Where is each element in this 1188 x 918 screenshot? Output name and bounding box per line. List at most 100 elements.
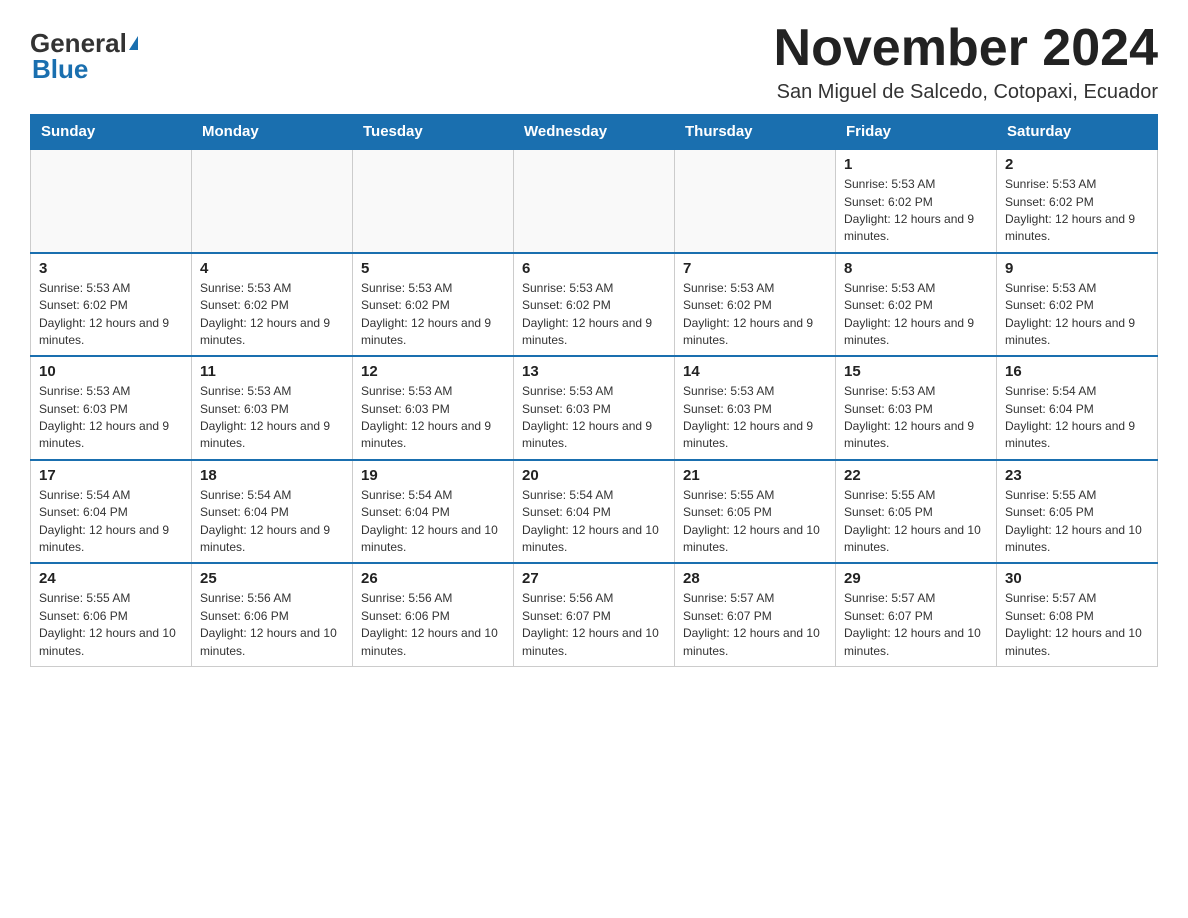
day-number: 26 bbox=[361, 570, 505, 587]
day-number: 29 bbox=[844, 570, 988, 587]
calendar-header-row: SundayMondayTuesdayWednesdayThursdayFrid… bbox=[31, 115, 1158, 150]
calendar-cell: 23 Sunrise: 5:55 AMSunset: 6:05 PMDayligh… bbox=[997, 460, 1158, 564]
day-number: 11 bbox=[200, 363, 344, 380]
calendar-cell bbox=[514, 149, 675, 253]
day-info: Sunrise: 5:53 AMSunset: 6:02 PMDaylight:… bbox=[844, 176, 988, 246]
day-info: Sunrise: 5:53 AMSunset: 6:02 PMDaylight:… bbox=[683, 280, 827, 350]
day-info: Sunrise: 5:53 AMSunset: 6:02 PMDaylight:… bbox=[1005, 176, 1149, 246]
day-info: Sunrise: 5:53 AMSunset: 6:02 PMDaylight:… bbox=[522, 280, 666, 350]
calendar-cell: 20 Sunrise: 5:54 AMSunset: 6:04 PMDayligh… bbox=[514, 460, 675, 564]
weekday-header-sunday: Sunday bbox=[31, 115, 192, 150]
calendar-cell: 10 Sunrise: 5:53 AMSunset: 6:03 PMDayligh… bbox=[31, 356, 192, 460]
calendar-week-row: 3 Sunrise: 5:53 AMSunset: 6:02 PMDaylight… bbox=[31, 253, 1158, 357]
day-info: Sunrise: 5:53 AMSunset: 6:03 PMDaylight:… bbox=[522, 383, 666, 453]
calendar-cell: 1 Sunrise: 5:53 AMSunset: 6:02 PMDaylight… bbox=[836, 149, 997, 253]
day-info: Sunrise: 5:53 AMSunset: 6:02 PMDaylight:… bbox=[361, 280, 505, 350]
day-info: Sunrise: 5:57 AMSunset: 6:07 PMDaylight:… bbox=[683, 590, 827, 660]
day-number: 13 bbox=[522, 363, 666, 380]
day-info: Sunrise: 5:54 AMSunset: 6:04 PMDaylight:… bbox=[361, 487, 505, 557]
logo-blue-text: Blue bbox=[32, 56, 88, 82]
day-info: Sunrise: 5:54 AMSunset: 6:04 PMDaylight:… bbox=[39, 487, 183, 557]
day-number: 22 bbox=[844, 467, 988, 484]
day-number: 16 bbox=[1005, 363, 1149, 380]
calendar-cell: 9Sunrise: 5:53 AMSunset: 6:02 PMDaylight… bbox=[997, 253, 1158, 357]
day-number: 27 bbox=[522, 570, 666, 587]
weekday-header-thursday: Thursday bbox=[675, 115, 836, 150]
day-number: 25 bbox=[200, 570, 344, 587]
calendar-cell: 18 Sunrise: 5:54 AMSunset: 6:04 PMDayligh… bbox=[192, 460, 353, 564]
weekday-header-tuesday: Tuesday bbox=[353, 115, 514, 150]
location-subtitle: San Miguel de Salcedo, Cotopaxi, Ecuador bbox=[774, 81, 1158, 104]
calendar-cell: 2 Sunrise: 5:53 AMSunset: 6:02 PMDaylight… bbox=[997, 149, 1158, 253]
day-number: 19 bbox=[361, 467, 505, 484]
day-number: 15 bbox=[844, 363, 988, 380]
calendar-cell: 19 Sunrise: 5:54 AMSunset: 6:04 PMDayligh… bbox=[353, 460, 514, 564]
logo: General Blue bbox=[30, 20, 138, 82]
day-number: 7 bbox=[683, 260, 827, 277]
day-number: 2 bbox=[1005, 156, 1149, 173]
day-number: 20 bbox=[522, 467, 666, 484]
day-info: Sunrise: 5:54 AMSunset: 6:04 PMDaylight:… bbox=[200, 487, 344, 557]
day-info: Sunrise: 5:53 AMSunset: 6:02 PMDaylight:… bbox=[39, 280, 183, 350]
day-info: Sunrise: 5:53 AMSunset: 6:03 PMDaylight:… bbox=[844, 383, 988, 453]
day-info: Sunrise: 5:56 AMSunset: 6:07 PMDaylight:… bbox=[522, 590, 666, 660]
month-year-title: November 2024 bbox=[774, 20, 1158, 77]
day-info: Sunrise: 5:56 AMSunset: 6:06 PMDaylight:… bbox=[200, 590, 344, 660]
day-number: 1 bbox=[844, 156, 988, 173]
logo-triangle-icon bbox=[129, 36, 138, 50]
calendar-cell: 24Sunrise: 5:55 AMSunset: 6:06 PMDayligh… bbox=[31, 563, 192, 666]
day-info: Sunrise: 5:54 AMSunset: 6:04 PMDaylight:… bbox=[522, 487, 666, 557]
calendar-cell: 29 Sunrise: 5:57 AMSunset: 6:07 PMDayligh… bbox=[836, 563, 997, 666]
day-info: Sunrise: 5:53 AMSunset: 6:03 PMDaylight:… bbox=[361, 383, 505, 453]
day-info: Sunrise: 5:56 AMSunset: 6:06 PMDaylight:… bbox=[361, 590, 505, 660]
weekday-header-saturday: Saturday bbox=[997, 115, 1158, 150]
day-number: 23 bbox=[1005, 467, 1149, 484]
page-header: General Blue November 2024 San Miguel de… bbox=[30, 20, 1158, 104]
day-info: Sunrise: 5:57 AMSunset: 6:07 PMDaylight:… bbox=[844, 590, 988, 660]
calendar-cell: 6 Sunrise: 5:53 AMSunset: 6:02 PMDaylight… bbox=[514, 253, 675, 357]
day-number: 28 bbox=[683, 570, 827, 587]
day-number: 21 bbox=[683, 467, 827, 484]
calendar-table: SundayMondayTuesdayWednesdayThursdayFrid… bbox=[30, 114, 1158, 667]
weekday-header-monday: Monday bbox=[192, 115, 353, 150]
calendar-cell: 8Sunrise: 5:53 AMSunset: 6:02 PMDaylight… bbox=[836, 253, 997, 357]
day-number: 10 bbox=[39, 363, 183, 380]
calendar-cell: 22 Sunrise: 5:55 AMSunset: 6:05 PMDayligh… bbox=[836, 460, 997, 564]
day-number: 30 bbox=[1005, 570, 1149, 587]
title-block: November 2024 San Miguel de Salcedo, Cot… bbox=[774, 20, 1158, 104]
calendar-cell: 30Sunrise: 5:57 AMSunset: 6:08 PMDayligh… bbox=[997, 563, 1158, 666]
calendar-cell: 17Sunrise: 5:54 AMSunset: 6:04 PMDayligh… bbox=[31, 460, 192, 564]
calendar-cell bbox=[353, 149, 514, 253]
day-number: 5 bbox=[361, 260, 505, 277]
day-info: Sunrise: 5:55 AMSunset: 6:05 PMDaylight:… bbox=[844, 487, 988, 557]
calendar-cell: 27 Sunrise: 5:56 AMSunset: 6:07 PMDayligh… bbox=[514, 563, 675, 666]
weekday-header-friday: Friday bbox=[836, 115, 997, 150]
calendar-cell: 16 Sunrise: 5:54 AMSunset: 6:04 PMDayligh… bbox=[997, 356, 1158, 460]
day-info: Sunrise: 5:53 AMSunset: 6:03 PMDaylight:… bbox=[200, 383, 344, 453]
calendar-cell: 12 Sunrise: 5:53 AMSunset: 6:03 PMDayligh… bbox=[353, 356, 514, 460]
day-info: Sunrise: 5:53 AMSunset: 6:02 PMDaylight:… bbox=[1005, 280, 1149, 350]
calendar-cell: 5 Sunrise: 5:53 AMSunset: 6:02 PMDaylight… bbox=[353, 253, 514, 357]
calendar-cell: 25 Sunrise: 5:56 AMSunset: 6:06 PMDayligh… bbox=[192, 563, 353, 666]
calendar-cell bbox=[192, 149, 353, 253]
day-number: 18 bbox=[200, 467, 344, 484]
day-number: 24 bbox=[39, 570, 183, 587]
day-number: 3 bbox=[39, 260, 183, 277]
calendar-week-row: 10 Sunrise: 5:53 AMSunset: 6:03 PMDayligh… bbox=[31, 356, 1158, 460]
calendar-cell: 7 Sunrise: 5:53 AMSunset: 6:02 PMDaylight… bbox=[675, 253, 836, 357]
calendar-cell: 26 Sunrise: 5:56 AMSunset: 6:06 PMDayligh… bbox=[353, 563, 514, 666]
day-info: Sunrise: 5:54 AMSunset: 6:04 PMDaylight:… bbox=[1005, 383, 1149, 453]
weekday-header-wednesday: Wednesday bbox=[514, 115, 675, 150]
calendar-cell: 28 Sunrise: 5:57 AMSunset: 6:07 PMDayligh… bbox=[675, 563, 836, 666]
calendar-cell: 21Sunrise: 5:55 AMSunset: 6:05 PMDayligh… bbox=[675, 460, 836, 564]
day-number: 12 bbox=[361, 363, 505, 380]
day-number: 14 bbox=[683, 363, 827, 380]
calendar-week-row: 24Sunrise: 5:55 AMSunset: 6:06 PMDayligh… bbox=[31, 563, 1158, 666]
day-number: 6 bbox=[522, 260, 666, 277]
calendar-cell bbox=[675, 149, 836, 253]
calendar-cell: 3 Sunrise: 5:53 AMSunset: 6:02 PMDaylight… bbox=[31, 253, 192, 357]
calendar-cell bbox=[31, 149, 192, 253]
day-info: Sunrise: 5:55 AMSunset: 6:05 PMDaylight:… bbox=[1005, 487, 1149, 557]
day-info: Sunrise: 5:53 AMSunset: 6:03 PMDaylight:… bbox=[39, 383, 183, 453]
calendar-cell: 4Sunrise: 5:53 AMSunset: 6:02 PMDaylight… bbox=[192, 253, 353, 357]
